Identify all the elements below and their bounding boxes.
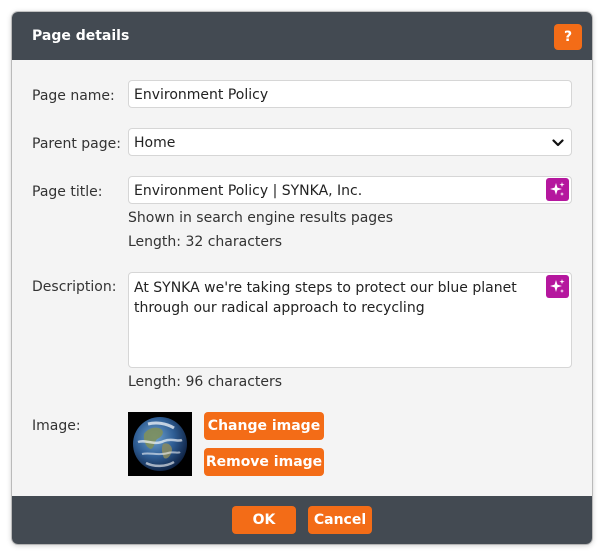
- page-name-input[interactable]: Environment Policy: [128, 80, 572, 108]
- dialog-title: Page details: [32, 28, 130, 44]
- page-title-label: Page title:: [32, 184, 103, 200]
- description-label: Description:: [32, 279, 117, 295]
- cancel-button[interactable]: Cancel: [308, 506, 372, 534]
- image-label: Image:: [32, 418, 81, 434]
- page-details-dialog: Page details ? Page name: Environment Po…: [12, 12, 592, 544]
- description-length: Length: 96 characters: [128, 374, 283, 390]
- dialog-header: Page details ?: [12, 12, 592, 60]
- sparkle-icon: [550, 279, 565, 293]
- parent-page-select[interactable]: Home: [128, 128, 572, 156]
- help-button[interactable]: ?: [554, 24, 582, 50]
- ok-button[interactable]: OK: [232, 506, 296, 534]
- ai-generate-description-button[interactable]: [546, 275, 569, 298]
- page-name-value: Environment Policy: [134, 87, 269, 103]
- page-title-hint: Shown in search engine results pages: [128, 210, 394, 226]
- parent-page-label: Parent page:: [32, 136, 121, 152]
- ai-generate-title-button[interactable]: [546, 178, 569, 201]
- sparkle-icon: [550, 182, 565, 196]
- description-value: At SYNKA we're taking steps to protect o…: [134, 280, 517, 316]
- page-title-length: Length: 32 characters: [128, 234, 283, 250]
- dialog-footer: OK Cancel: [12, 496, 592, 544]
- page-name-label: Page name:: [32, 88, 115, 104]
- change-image-button[interactable]: Change image: [204, 412, 324, 440]
- page-title-input[interactable]: Environment Policy | SYNKA, Inc.: [128, 176, 572, 204]
- page-title-value: Environment Policy | SYNKA, Inc.: [134, 183, 363, 199]
- description-textarea[interactable]: At SYNKA we're taking steps to protect o…: [128, 272, 572, 368]
- chevron-down-icon: [552, 137, 564, 149]
- parent-page-value: Home: [134, 135, 176, 151]
- remove-image-button[interactable]: Remove image: [204, 448, 324, 476]
- earth-image-thumbnail: [128, 412, 192, 476]
